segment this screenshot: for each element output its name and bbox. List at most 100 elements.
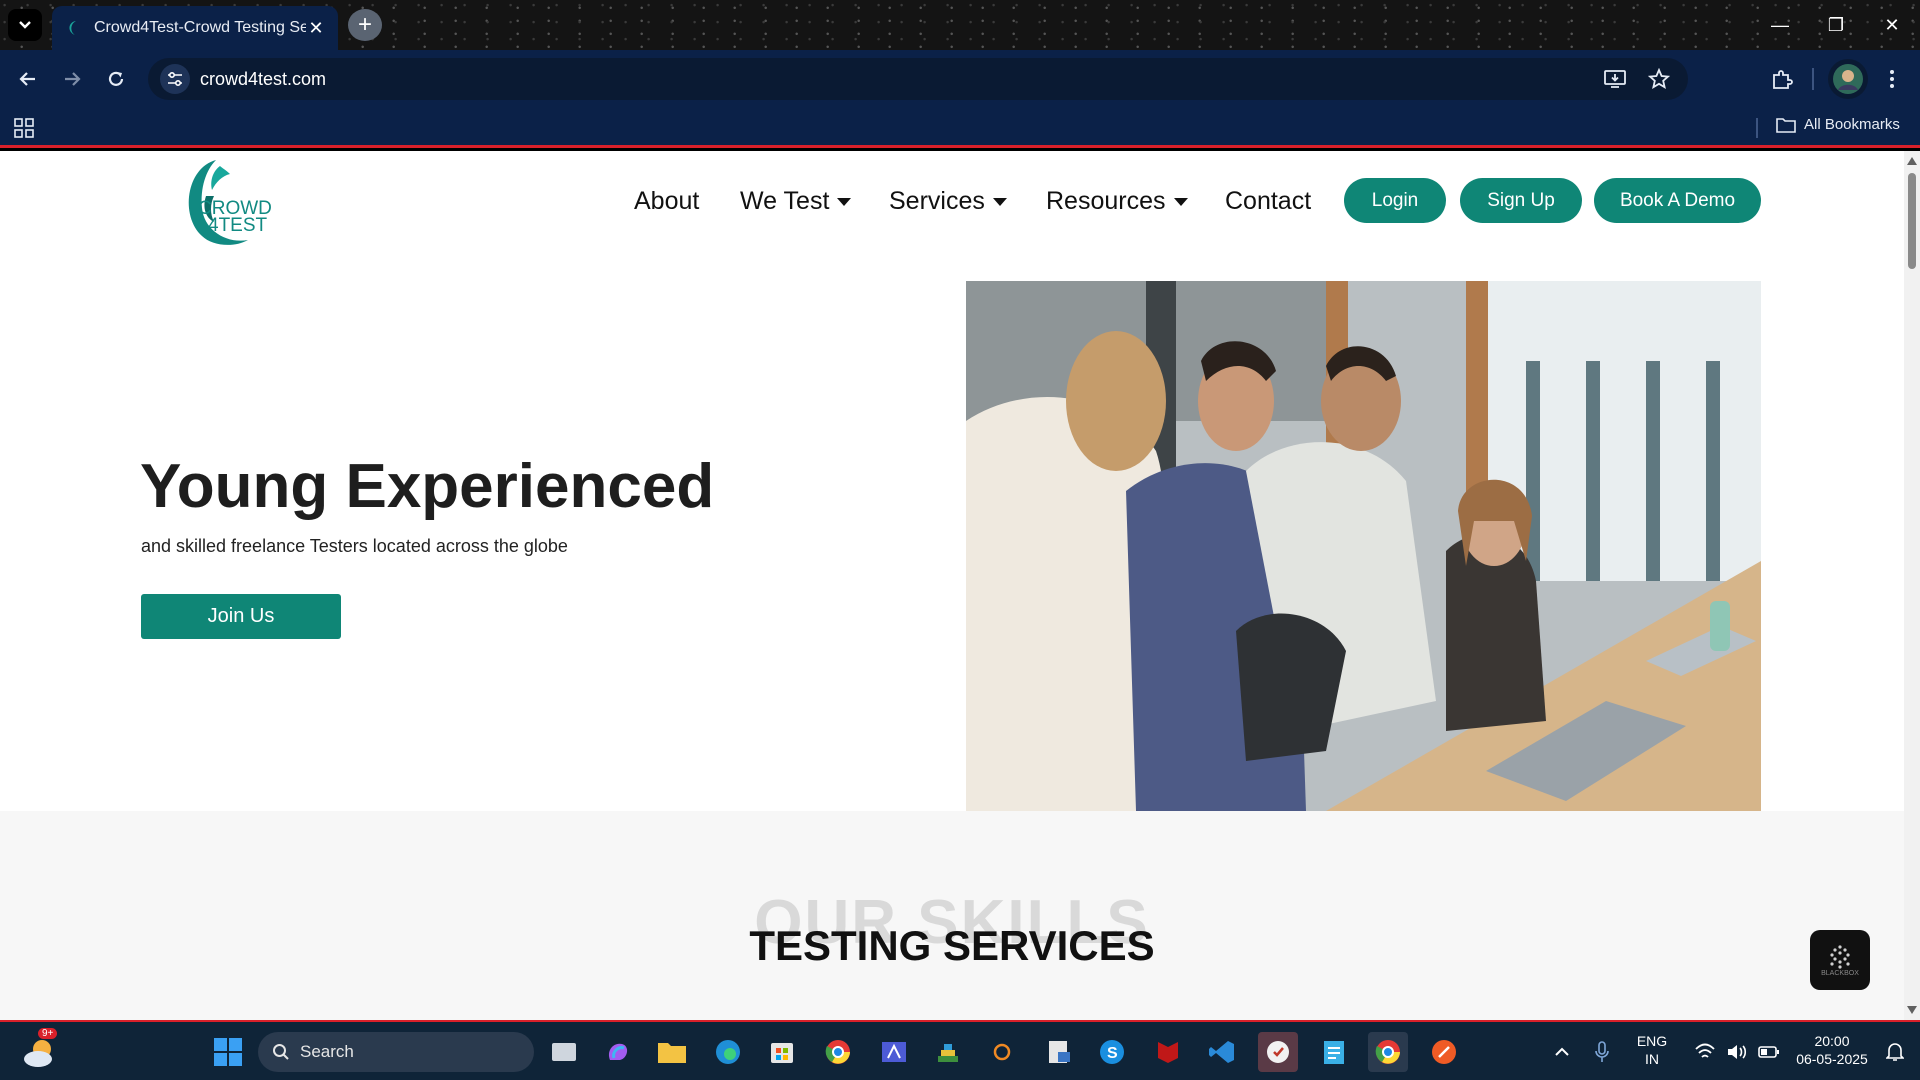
recording-app-icon[interactable]	[1258, 1032, 1298, 1072]
new-tab-button[interactable]: +	[348, 9, 382, 41]
search-icon	[273, 1044, 289, 1060]
microphone-icon[interactable]	[1582, 1032, 1622, 1072]
bookmarks-bar: All Bookmarks	[0, 108, 1920, 148]
restore-button[interactable]: ❐	[1808, 0, 1864, 50]
start-button[interactable]	[208, 1032, 248, 1072]
nav-about[interactable]: About	[634, 187, 699, 216]
logo-text-line2: 4TEST	[208, 215, 268, 236]
show-hidden-icons[interactable]	[1542, 1032, 1582, 1072]
clock-date: 06-05-2025	[1796, 1051, 1868, 1067]
tab-title: Crowd4Test-Crowd Testing Serv	[94, 19, 306, 36]
skills-title: TESTING SERVICES	[749, 922, 1155, 969]
wifi-icon	[1695, 1043, 1715, 1058]
more-vert-icon	[1890, 70, 1894, 88]
app-circle-icon[interactable]	[982, 1032, 1022, 1072]
forward-arrow-icon	[65, 72, 81, 86]
url-text: crowd4test.com	[200, 68, 327, 89]
avatar	[1833, 64, 1863, 94]
join-us-button[interactable]: Join Us	[141, 594, 341, 639]
bookmark-star-icon[interactable]	[1644, 64, 1674, 94]
taskbar-search-label: Search	[300, 1042, 354, 1061]
browser-tab-active[interactable]: Crowd4Test-Crowd Testing Serv ✕	[52, 6, 338, 50]
app-stack-icon[interactable]	[928, 1032, 968, 1072]
language-indicator[interactable]: ENG IN	[1632, 1032, 1672, 1068]
browser-menu-button[interactable]	[1876, 63, 1908, 95]
chrome-icon[interactable]	[818, 1032, 858, 1072]
nav-services-label: Services	[889, 187, 985, 215]
system-tray-status[interactable]	[1682, 1032, 1792, 1072]
file-explorer-icon[interactable]	[652, 1032, 692, 1072]
reload-button[interactable]	[100, 63, 132, 95]
vscode-icon[interactable]	[1202, 1032, 1242, 1072]
install-app-icon[interactable]	[1600, 64, 1630, 94]
battery-icon	[1758, 1046, 1779, 1058]
taskbar-search[interactable]: Search	[258, 1032, 534, 1072]
folder-icon	[1776, 117, 1796, 133]
weather-widget[interactable]: 9+	[20, 1028, 60, 1072]
windows-taskbar: 9+ Search S ENG IN 20:00 06-05-2025	[0, 1020, 1920, 1080]
nav-resources-label: Resources	[1046, 187, 1166, 215]
microsoft-store-icon[interactable]	[762, 1032, 802, 1072]
document-app-icon[interactable]	[1038, 1032, 1078, 1072]
signup-label: Sign Up	[1487, 189, 1555, 211]
tab-search-button[interactable]	[8, 9, 42, 41]
close-window-button[interactable]: ✕	[1864, 0, 1920, 50]
book-demo-button[interactable]: Book A Demo	[1594, 178, 1761, 223]
chrome-active-icon[interactable]	[1368, 1032, 1408, 1072]
web-page: CROWD 4TEST About We Test Services Resou…	[0, 151, 1920, 1020]
nav-resources[interactable]: Resources	[1046, 187, 1188, 216]
nav-contact-label: Contact	[1225, 187, 1312, 215]
address-bar[interactable]: crowd4test.com	[148, 58, 1688, 100]
scrollbar-thumb[interactable]	[1908, 173, 1916, 269]
book-demo-label: Book A Demo	[1619, 189, 1736, 211]
nav-we-test-label: We Test	[740, 187, 830, 215]
puzzle-icon	[1773, 70, 1793, 89]
task-view-icon[interactable]	[544, 1032, 584, 1072]
caret-down-icon	[992, 197, 1007, 206]
apps-icon[interactable]	[14, 118, 34, 143]
scroll-down-arrow-icon[interactable]	[1907, 1006, 1917, 1014]
skype-icon[interactable]: S	[1092, 1032, 1132, 1072]
nav-we-test[interactable]: We Test	[740, 187, 852, 216]
back-arrow-icon	[19, 72, 35, 86]
site-info-button[interactable]	[160, 64, 190, 94]
windows-logo-icon	[214, 1038, 242, 1066]
signup-button[interactable]: Sign Up	[1460, 178, 1582, 223]
weather-badge: 9+	[38, 1028, 58, 1039]
notepad-icon[interactable]	[1314, 1032, 1354, 1072]
tab-close-icon[interactable]: ✕	[306, 18, 326, 39]
join-us-label: Join Us	[207, 605, 275, 627]
nav-services[interactable]: Services	[889, 187, 1007, 216]
notifications-icon[interactable]	[1878, 1032, 1912, 1072]
minimize-button[interactable]: —	[1752, 0, 1808, 50]
login-button[interactable]: Login	[1344, 178, 1446, 223]
clock[interactable]: 20:00 06-05-2025	[1784, 1032, 1880, 1068]
tune-icon	[168, 72, 182, 86]
edge-icon[interactable]	[708, 1032, 748, 1072]
blackbox-widget-button[interactable]: BLACKBOX	[1810, 930, 1870, 990]
nav-contact[interactable]: Contact	[1225, 187, 1311, 216]
nav-about-label: About	[634, 187, 700, 215]
copilot-icon[interactable]	[598, 1032, 638, 1072]
crowd4test-logo[interactable]: CROWD 4TEST	[176, 156, 286, 248]
hero-title: Young Experienced	[140, 452, 715, 521]
caret-down-icon	[837, 197, 852, 206]
all-bookmarks-button[interactable]: All Bookmarks	[1776, 116, 1900, 133]
power-automate-icon[interactable]	[874, 1032, 914, 1072]
svg-text:S: S	[1107, 1045, 1118, 1062]
forward-button[interactable]	[56, 63, 88, 95]
back-button[interactable]	[12, 63, 44, 95]
bookmarks-divider	[1756, 118, 1758, 138]
extensions-button[interactable]	[1766, 63, 1798, 95]
login-label: Login	[1371, 189, 1419, 211]
profile-button[interactable]	[1828, 59, 1868, 99]
clock-time: 20:00	[1814, 1033, 1850, 1049]
caret-down-icon	[1173, 197, 1188, 206]
scroll-up-arrow-icon[interactable]	[1907, 157, 1917, 165]
postman-icon[interactable]	[1424, 1032, 1464, 1072]
page-scrollbar[interactable]	[1904, 151, 1920, 1020]
browser-toolbar: crowd4test.com	[0, 50, 1920, 108]
blackbox-label: BLACKBOX	[1821, 969, 1859, 977]
blackbox-logo-icon	[1830, 944, 1850, 969]
mcafee-icon[interactable]	[1148, 1032, 1188, 1072]
